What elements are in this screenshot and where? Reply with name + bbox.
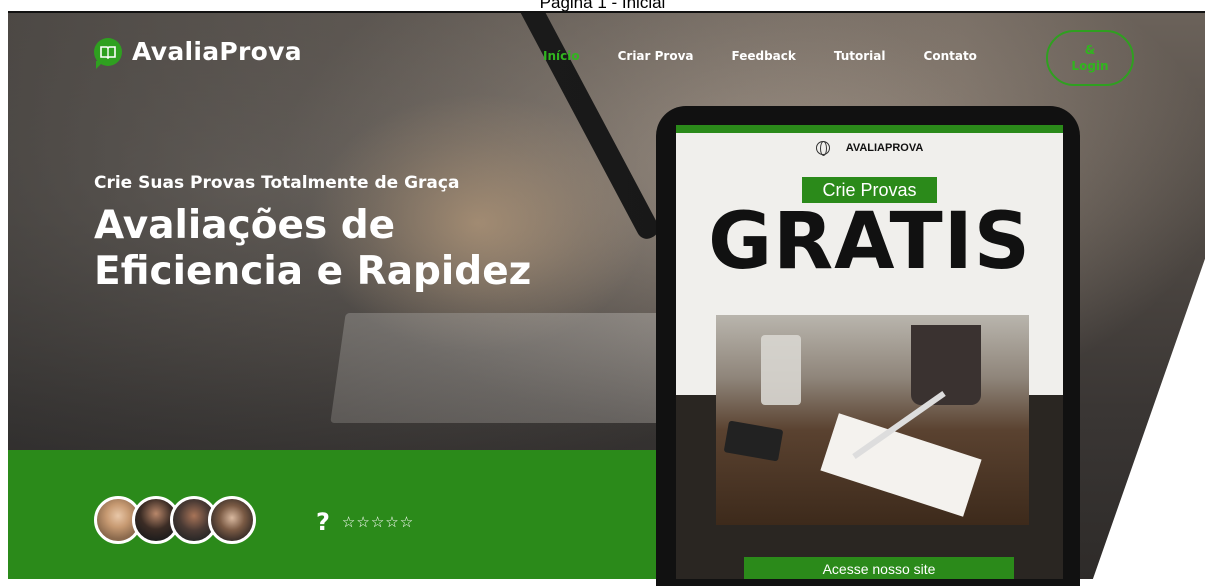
tablet-screen: AVALIAPROVA Crie Provas GRATIS Acesse no… — [676, 125, 1063, 579]
avatar-woman-2 — [208, 496, 256, 544]
screen-header: AVALIAPROVA — [676, 141, 1063, 156]
screen-photo — [716, 315, 1029, 525]
rating: ? ☆☆☆☆☆ — [316, 508, 414, 536]
hero-headline: Avaliações de Eficiencia e Rapidez — [94, 203, 531, 295]
book-icon — [94, 37, 122, 69]
main-nav: Início Criar Prova Feedback Tutorial Con… — [543, 49, 1015, 63]
screen-top-bar — [676, 125, 1063, 133]
nav-item-contato[interactable]: Contato — [924, 49, 977, 63]
nav-item-inicio[interactable]: Início — [543, 49, 580, 63]
headline-line-1: Avaliações de — [94, 203, 396, 248]
screen-big-word: GRATIS — [708, 197, 1031, 287]
globe-icon — [815, 141, 830, 156]
nav-item-feedback[interactable]: Feedback — [732, 49, 796, 63]
avatar-group — [94, 496, 256, 544]
logo[interactable]: AvaliaProva — [94, 37, 302, 69]
photo-notebook — [820, 413, 982, 517]
login-label: Login — [1071, 59, 1109, 73]
rating-symbol: ? — [316, 508, 330, 536]
login-button[interactable]: & Login — [1046, 30, 1134, 86]
nav-item-tutorial[interactable]: Tutorial — [834, 49, 886, 63]
photo-jar — [761, 335, 801, 405]
headline-line-2: Eficiencia e Rapidez — [94, 249, 532, 294]
brand-name: AvaliaProva — [132, 37, 302, 66]
photo-phone — [723, 420, 784, 462]
hero-subtitle: Crie Suas Provas Totalmente de Graça — [94, 173, 460, 193]
star-rating-icons[interactable]: ☆☆☆☆☆ — [342, 513, 414, 531]
photo-cup — [911, 325, 981, 405]
access-site-button[interactable]: Acesse nosso site — [744, 557, 1014, 579]
white-wedge-shape — [1088, 193, 1205, 579]
screen-brand: AVALIAPROVA — [845, 142, 924, 154]
nav-item-criar-prova[interactable]: Criar Prova — [618, 49, 694, 63]
login-icon: & — [1084, 43, 1096, 57]
